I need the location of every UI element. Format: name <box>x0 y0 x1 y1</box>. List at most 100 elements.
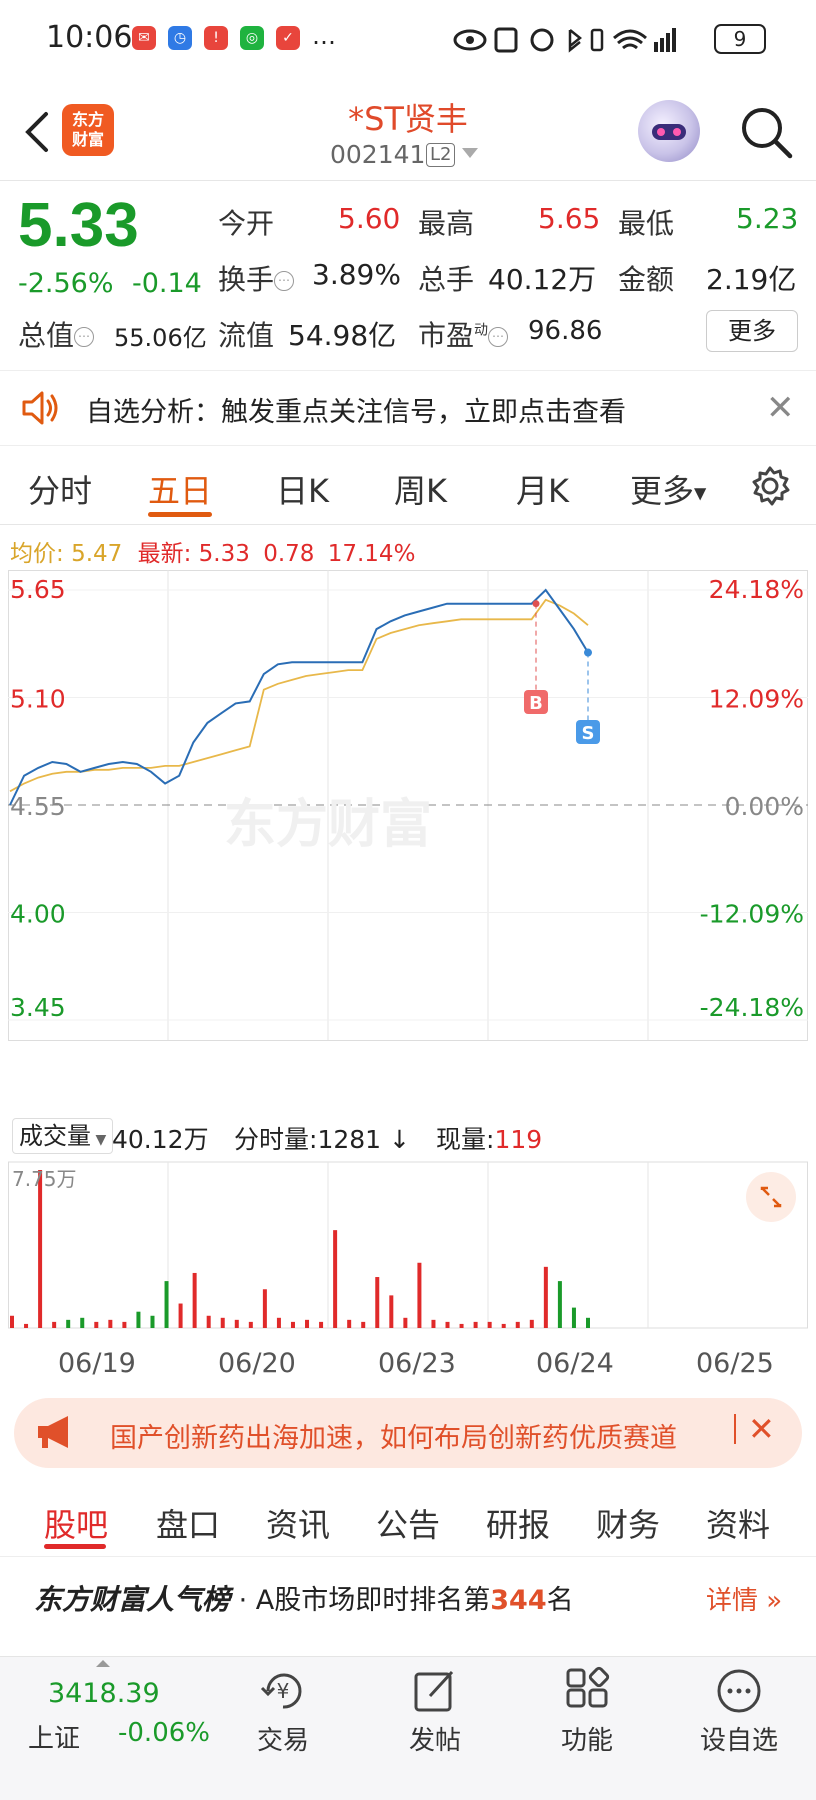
volume-total: 40.12万 <box>112 1125 209 1154</box>
tab-profile[interactable]: 资料 <box>706 1500 770 1546</box>
five-day-chart[interactable]: 东方财富 5.65 24.18% 5.10 12.09% 4.55 0.00% 4.00 -1… <box>8 570 808 1342</box>
index-value[interactable]: 3418.39 <box>48 1678 160 1709</box>
avg-label: 均价: <box>10 541 64 567</box>
news-text[interactable]: 国产创新药出海加速，如何布局创新药优质赛道 <box>110 1416 726 1455</box>
x-label-0623: 06/23 <box>378 1348 456 1379</box>
compose-post-icon[interactable] <box>410 1666 460 1716</box>
flag-notification-icon: ✓ <box>276 26 300 50</box>
assistant-robot-icon[interactable] <box>638 100 700 162</box>
tick-volume-label: 分时量: <box>234 1125 318 1154</box>
volume-bar <box>108 1319 113 1328</box>
tick-volume: 分时量:1281 ↓ <box>234 1125 410 1154</box>
tab-news[interactable]: 资讯 <box>266 1500 330 1546</box>
nav-add-watchlist[interactable]: 设自选 <box>684 1720 794 1757</box>
caret-down-icon: ▼ <box>694 483 707 503</box>
buy-badge-label: B <box>529 693 543 714</box>
wechat-icon: ◎ <box>240 26 264 50</box>
volume-bar <box>571 1307 576 1328</box>
volume-select-label: 成交量 <box>19 1122 91 1150</box>
tab-daily-k[interactable]: 日K <box>276 466 329 512</box>
info-icon[interactable]: ⋯ <box>488 327 509 347</box>
info-icon[interactable]: ⋯ <box>274 271 295 291</box>
volume-max-label: 7.75万 <box>12 1167 77 1191</box>
volume-bar <box>290 1321 295 1328</box>
more-quote-button[interactable]: 更多 <box>706 310 798 352</box>
tab-finance[interactable]: 财务 <box>596 1500 660 1546</box>
mcap-label: 总值 ⋯ <box>18 314 95 354</box>
x-label-0619: 06/19 <box>58 1348 136 1379</box>
close-icon[interactable]: ✕ <box>748 1410 775 1448</box>
chevron-down-icon[interactable] <box>462 148 478 158</box>
nav-functions[interactable]: 功能 <box>532 1720 642 1757</box>
tab-research[interactable]: 研报 <box>486 1500 550 1546</box>
rank-detail-link[interactable]: 详情 » <box>706 1580 782 1617</box>
tab-intraday[interactable]: 分时 <box>28 466 92 512</box>
level2-badge[interactable]: L2 <box>426 143 456 167</box>
volume-indicator-select[interactable]: 成交量 ▼ <box>12 1118 114 1154</box>
y-left-tick: 3.45 <box>10 993 66 1022</box>
turnover-value: 3.89% <box>312 258 401 291</box>
volume-bar <box>66 1319 71 1328</box>
volume-bar <box>220 1317 225 1328</box>
volume-panel-border <box>8 1161 808 1329</box>
x-label-0620: 06/20 <box>218 1348 296 1379</box>
volume-bar <box>543 1266 548 1328</box>
popularity-rank[interactable]: 东方财富人气榜 · A股市场即时排名第344名 <box>34 1578 574 1618</box>
index-name[interactable]: 上证 <box>28 1718 80 1755</box>
search-icon[interactable] <box>738 104 794 160</box>
avg-line <box>9 598 589 793</box>
tab-five-day[interactable]: 五日 <box>148 466 212 512</box>
volume-bar <box>164 1281 169 1328</box>
tab-weekly-k[interactable]: 周K <box>394 466 447 512</box>
close-icon[interactable]: ✕ <box>766 388 795 428</box>
volume-label: 总手 <box>418 263 475 296</box>
mcap-label-text: 总值 <box>18 319 75 352</box>
tab-announcements[interactable]: 公告 <box>376 1500 440 1546</box>
bottom-tabs-divider <box>0 1556 816 1557</box>
volume-bar <box>38 1170 43 1328</box>
caret-up-icon[interactable] <box>96 1660 110 1667</box>
volume-bar <box>515 1321 520 1328</box>
tab-order-book[interactable]: 盘口 <box>156 1500 220 1546</box>
info-icon[interactable]: ⋯ <box>74 327 95 347</box>
volume-bar <box>389 1295 394 1328</box>
add-watchlist-icon[interactable] <box>714 1666 764 1716</box>
rank-number: 344 <box>490 1585 547 1616</box>
volume-bar <box>431 1319 436 1328</box>
y-right-tick: 0.00% <box>725 792 804 821</box>
volume-bar <box>276 1317 281 1328</box>
tab-more[interactable]: 更多▼ <box>630 466 706 512</box>
tab-monthly-k[interactable]: 月K <box>516 466 569 512</box>
stock-code[interactable]: 002141 <box>330 140 425 169</box>
current-price: 5.33 <box>18 191 139 260</box>
analysis-text[interactable]: 自选分析：触发重点关注信号，立即点击查看 <box>86 390 626 429</box>
float-value: 54.98亿 <box>288 319 397 352</box>
settings-gear-icon[interactable] <box>748 464 792 508</box>
tab-guba[interactable]: 股吧 <box>44 1500 108 1546</box>
expand-icon[interactable] <box>746 1172 796 1222</box>
change-percent: -2.56% <box>18 268 114 299</box>
volume-bars <box>8 1161 808 1329</box>
y-left-tick: 4.55 <box>10 792 66 821</box>
volume-bar <box>586 1317 590 1328</box>
pe-label: 市盈动 ⋯ <box>418 314 509 354</box>
volume-bar <box>459 1323 464 1328</box>
current-volume-value: 119 <box>494 1125 543 1154</box>
nav-trade[interactable]: 交易 <box>228 1720 338 1757</box>
volume-bar <box>24 1323 29 1328</box>
latest-value: 5.33 <box>198 541 250 567</box>
y-left-tick: 4.00 <box>10 900 66 929</box>
float-label: 流值 <box>218 319 275 352</box>
rank-brand: 东方财富人气榜 <box>34 1583 231 1616</box>
pe-value: 96.86 <box>528 316 603 346</box>
index-change[interactable]: -0.06% <box>118 1718 210 1748</box>
nav-post[interactable]: 发帖 <box>380 1720 490 1757</box>
chart-legend: 均价: 5.47 最新: 5.33 0.78 17.14% <box>10 534 415 568</box>
functions-grid-icon[interactable] <box>562 1666 612 1716</box>
trade-yen-icon[interactable]: ¥ <box>258 1666 308 1716</box>
x-label-0625: 06/25 <box>696 1348 774 1379</box>
open-label: 今开 <box>218 207 275 240</box>
active-tab-indicator <box>148 512 212 517</box>
trade-markers: BS <box>524 600 600 744</box>
pe-label-text: 市盈 <box>418 319 475 352</box>
